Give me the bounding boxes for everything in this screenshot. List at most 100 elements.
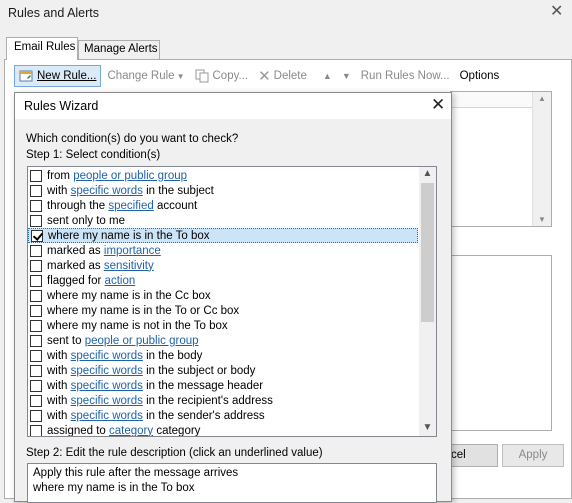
step1-label: Step 1: Select condition(s) xyxy=(26,149,161,161)
condition-item[interactable]: marked as importance xyxy=(28,243,418,258)
apply-button[interactable]: Apply xyxy=(502,444,564,467)
condition-checkbox[interactable] xyxy=(30,214,42,227)
close-icon[interactable]: ✕ xyxy=(431,96,445,114)
condition-value-link[interactable]: specific words xyxy=(71,395,143,407)
new-rule-icon xyxy=(19,69,34,83)
condition-item[interactable]: with specific words in the sender's addr… xyxy=(28,408,418,423)
delete-label: Delete xyxy=(273,70,307,82)
scroll-down-icon[interactable]: ▼ xyxy=(533,215,551,224)
condition-text: flagged for xyxy=(47,274,105,287)
scroll-up-icon[interactable]: ▲ xyxy=(419,167,436,182)
condition-value-link[interactable]: specific words xyxy=(71,185,143,197)
condition-text: with xyxy=(47,364,71,377)
scroll-up-icon[interactable]: ▲ xyxy=(533,92,551,103)
close-icon[interactable]: ✕ xyxy=(550,4,563,20)
condition-value-link[interactable]: sensitivity xyxy=(104,260,154,272)
run-rules-button[interactable]: Run Rules Now... xyxy=(357,65,454,87)
condition-value-link[interactable]: category xyxy=(109,425,153,437)
condition-text: marked as xyxy=(47,244,104,257)
condition-item[interactable]: where my name is in the To or Cc box xyxy=(28,303,418,318)
condition-value-link[interactable]: people or public group xyxy=(85,335,199,347)
rule-description-box xyxy=(450,255,552,431)
arrow-down-icon: ▼ xyxy=(341,71,351,81)
scroll-down-icon[interactable]: ▼ xyxy=(419,421,436,436)
condition-item[interactable]: sent to people or public group xyxy=(28,333,418,348)
condition-checkbox[interactable] xyxy=(30,364,42,377)
copy-button[interactable]: Copy... xyxy=(191,65,253,87)
condition-item[interactable]: where my name is not in the To box xyxy=(28,318,418,333)
new-rule-button[interactable]: New Rule... xyxy=(14,65,102,87)
rules-list-header xyxy=(451,92,532,108)
condition-text: in the subject or body xyxy=(142,364,256,377)
condition-checkbox[interactable] xyxy=(30,379,42,392)
condition-checkbox[interactable] xyxy=(30,394,42,407)
delete-icon: ✕ xyxy=(258,68,271,85)
conditions-scrollbar[interactable]: ▲ ▼ xyxy=(419,167,436,436)
condition-item[interactable]: with specific words in the body xyxy=(28,348,418,363)
condition-item[interactable]: where my name is in the Cc box xyxy=(28,288,418,303)
condition-text: assigned to xyxy=(47,424,110,437)
condition-item[interactable]: where my name is in the To box xyxy=(28,228,418,243)
condition-item[interactable]: with specific words in the message heade… xyxy=(28,378,418,393)
condition-checkbox[interactable] xyxy=(30,184,42,197)
condition-checkbox[interactable] xyxy=(30,349,42,362)
condition-checkbox[interactable] xyxy=(30,244,42,257)
condition-text: category xyxy=(153,424,201,437)
condition-item[interactable]: through the specified account xyxy=(28,198,418,213)
condition-checkbox[interactable] xyxy=(31,229,43,242)
condition-value-link[interactable]: specific words xyxy=(71,365,143,377)
condition-text: with xyxy=(47,409,71,422)
condition-text: from xyxy=(47,169,74,182)
condition-item[interactable]: sent only to me xyxy=(28,213,418,228)
rules-wizard-dialog: Rules Wizard ✕ Which condition(s) do you… xyxy=(14,92,452,503)
conditions-list[interactable]: from people or public group with specific… xyxy=(27,166,437,437)
delete-button[interactable]: ✕ Delete xyxy=(254,65,311,87)
condition-checkbox[interactable] xyxy=(30,424,42,436)
condition-value-link[interactable]: action xyxy=(105,275,136,287)
condition-checkbox[interactable] xyxy=(30,259,42,272)
condition-item[interactable]: flagged for action xyxy=(28,273,418,288)
scroll-thumb[interactable] xyxy=(421,183,434,322)
options-button[interactable]: Options xyxy=(456,65,504,87)
condition-value-link[interactable]: specified xyxy=(108,200,153,212)
condition-text: with xyxy=(47,184,71,197)
condition-checkbox[interactable] xyxy=(30,319,42,332)
condition-value-link[interactable]: specific words xyxy=(71,350,143,362)
condition-item[interactable]: with specific words in the recipient's a… xyxy=(28,393,418,408)
condition-text: sent to xyxy=(47,334,85,347)
condition-checkbox[interactable] xyxy=(30,199,42,212)
condition-text: in the sender's address xyxy=(142,409,265,422)
rules-list-scrollbar[interactable]: ▲ ▼ xyxy=(532,92,551,226)
condition-text: marked as xyxy=(47,259,104,272)
chevron-down-icon: ▼ xyxy=(176,71,185,81)
tab-email-rules[interactable]: Email Rules xyxy=(6,37,78,60)
condition-checkbox[interactable] xyxy=(30,289,42,302)
condition-item[interactable]: with specific words in the subject or bo… xyxy=(28,363,418,378)
condition-item[interactable]: with specific words in the subject xyxy=(28,183,418,198)
condition-checkbox[interactable] xyxy=(30,334,42,347)
window-title: Rules and Alerts xyxy=(8,6,100,20)
condition-item[interactable]: assigned to category category xyxy=(28,423,418,437)
tab-manage-alerts[interactable]: Manage Alerts xyxy=(78,40,160,60)
condition-checkbox[interactable] xyxy=(30,409,42,422)
condition-value-link[interactable]: importance xyxy=(104,245,161,257)
condition-checkbox[interactable] xyxy=(30,169,42,182)
condition-text: where my name is in the To or Cc box xyxy=(47,304,240,317)
condition-item[interactable]: from people or public group xyxy=(28,168,418,183)
condition-text: with xyxy=(47,394,71,407)
move-down-button[interactable]: ▼ xyxy=(338,65,355,87)
condition-text: in the body xyxy=(142,349,203,362)
arrow-up-icon: ▲ xyxy=(322,71,332,81)
condition-text: in the message header xyxy=(142,379,264,392)
condition-text: through the xyxy=(47,199,109,212)
condition-item[interactable]: marked as sensitivity xyxy=(28,258,418,273)
condition-checkbox[interactable] xyxy=(30,304,42,317)
condition-text: in the subject xyxy=(142,184,214,197)
wizard-titlebar: Rules Wizard ✕ xyxy=(15,93,451,119)
condition-value-link[interactable]: specific words xyxy=(71,410,143,422)
move-up-button[interactable]: ▲ xyxy=(319,65,336,87)
condition-value-link[interactable]: specific words xyxy=(71,380,143,392)
condition-value-link[interactable]: people or public group xyxy=(73,170,187,182)
condition-checkbox[interactable] xyxy=(30,274,42,287)
change-rule-button[interactable]: Change Rule ▼ xyxy=(103,65,188,87)
